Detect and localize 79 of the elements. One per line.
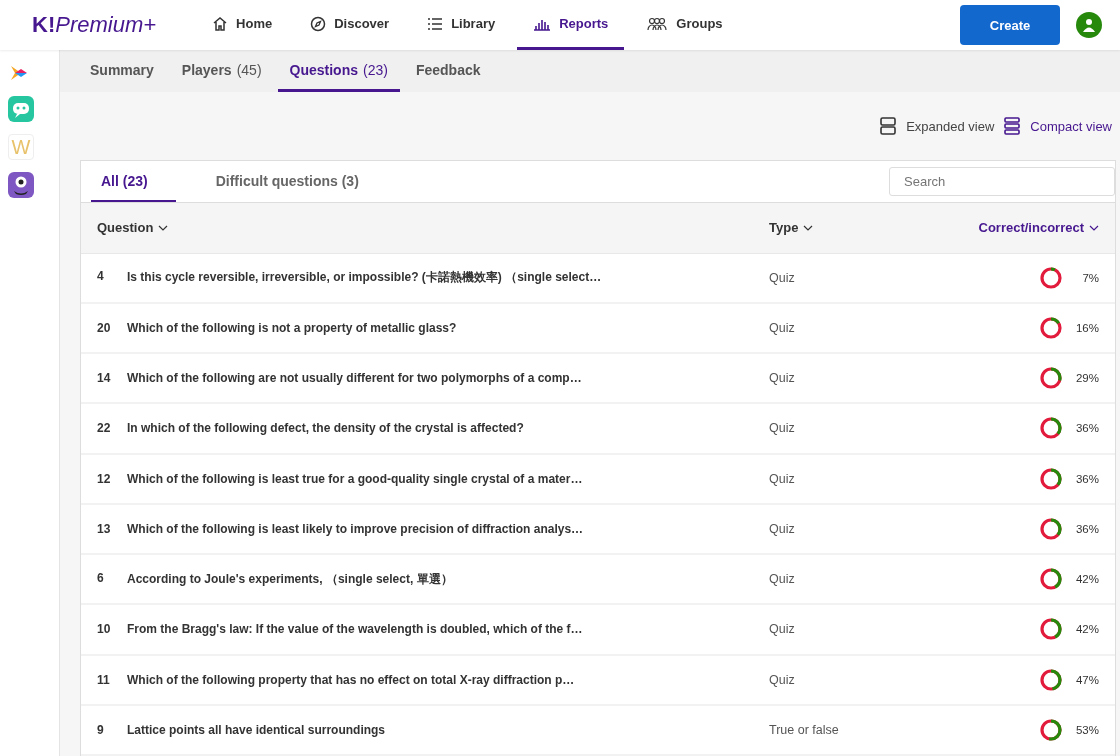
correct-percent: 36% bbox=[1074, 522, 1099, 535]
question-text[interactable]: Which of the following is least true for a good-quality single crystal of a mater… bbox=[127, 471, 583, 486]
view-toggle[interactable]: Compact view bbox=[1004, 117, 1112, 135]
correct-percent: 7% bbox=[1081, 271, 1099, 284]
correct-percent: 47% bbox=[1074, 673, 1099, 686]
correct-percent: 36% bbox=[1074, 472, 1099, 485]
question-text[interactable]: Is this cycle reversible, irreversible, or impossible? (卡諾熱機效率) （single select… bbox=[127, 269, 602, 287]
question-type: Quiz bbox=[769, 471, 796, 486]
question-number: 10 bbox=[97, 622, 112, 637]
question-number: 20 bbox=[97, 320, 112, 335]
question-text[interactable]: Lattice points all have identical surroundings bbox=[127, 722, 386, 737]
nav-link[interactable]: Groups bbox=[630, 0, 739, 50]
question-number: 13 bbox=[97, 521, 112, 536]
column-header[interactable]: Type bbox=[769, 220, 949, 236]
report-tab[interactable]: Questions (23) bbox=[277, 50, 400, 92]
question-type: Quiz bbox=[769, 371, 796, 386]
correct-percent: 42% bbox=[1074, 623, 1099, 636]
create-button[interactable]: Create bbox=[960, 5, 1060, 45]
question-type: Quiz bbox=[769, 572, 796, 587]
report-tab[interactable]: Summary bbox=[78, 50, 166, 92]
compass-icon bbox=[310, 15, 327, 32]
logo-text[interactable]: Premium+ bbox=[55, 12, 157, 38]
question-number: 14 bbox=[97, 371, 112, 386]
people-icon bbox=[646, 16, 669, 31]
question-number: 12 bbox=[97, 471, 112, 486]
score-ring bbox=[1039, 617, 1063, 642]
question-number: 6 bbox=[97, 570, 105, 587]
view-toggle[interactable]: Expanded view bbox=[880, 117, 995, 135]
score-ring bbox=[1039, 717, 1063, 742]
question-type: Quiz bbox=[769, 270, 796, 285]
compact-view-icon bbox=[1004, 117, 1021, 135]
nav-link[interactable]: Discover bbox=[294, 0, 406, 50]
question-number: 11 bbox=[97, 672, 111, 687]
logo-mark[interactable]: K! bbox=[32, 12, 56, 38]
question-type: Quiz bbox=[769, 622, 796, 637]
correct-percent: 29% bbox=[1074, 372, 1099, 385]
question-text[interactable]: From the Bragg's law: If the value of the wavelength is doubled, which of the f… bbox=[127, 622, 583, 637]
avatar-icon[interactable] bbox=[1076, 12, 1102, 38]
search-field[interactable]: Search bbox=[889, 167, 1115, 197]
score-ring bbox=[1039, 315, 1063, 340]
home-icon bbox=[212, 15, 229, 32]
nav-link[interactable]: Home bbox=[196, 0, 289, 50]
list-icon bbox=[427, 15, 444, 32]
correct-percent: 36% bbox=[1074, 422, 1099, 435]
score-ring bbox=[1039, 366, 1063, 391]
score-ring bbox=[1039, 416, 1063, 441]
question-text[interactable]: In which of the following defect, the density of the crystal is affected? bbox=[127, 421, 524, 436]
question-type: Quiz bbox=[769, 320, 796, 335]
score-ring bbox=[1039, 667, 1063, 692]
question-text[interactable]: Which of the following are not usually different for two polymorphs of a comp… bbox=[127, 371, 582, 386]
nav-link[interactable]: Library bbox=[411, 0, 512, 50]
question-text[interactable]: According to Joule's experiments, （single select, 單選） bbox=[127, 570, 453, 588]
report-tab[interactable]: Feedback bbox=[403, 50, 493, 92]
question-type: Quiz bbox=[769, 672, 796, 687]
question-type: True or false bbox=[769, 722, 840, 737]
correct-percent: 53% bbox=[1074, 723, 1099, 736]
filter-tab[interactable]: Difficult questions (3) bbox=[205, 161, 387, 203]
chevron-down-icon bbox=[803, 224, 814, 231]
question-type: Quiz bbox=[769, 421, 796, 436]
report-tab[interactable]: Players (45) bbox=[169, 50, 274, 92]
monster-app-icon[interactable] bbox=[8, 172, 34, 198]
chevron-down-icon bbox=[158, 224, 169, 231]
column-header[interactable]: Question bbox=[97, 220, 769, 236]
question-text[interactable]: Which of the following is least likely to improve precision of diffraction analys… bbox=[127, 521, 584, 536]
question-text[interactable]: Which of the following is not a property of metallic glass? bbox=[127, 320, 457, 335]
column-header[interactable]: Correct/incorrect bbox=[949, 220, 1099, 236]
correct-percent: 16% bbox=[1074, 321, 1099, 334]
score-ring bbox=[1039, 466, 1063, 491]
question-number: 9 bbox=[97, 722, 105, 737]
correct-percent: 42% bbox=[1074, 573, 1099, 586]
score-ring bbox=[1039, 265, 1063, 290]
question-number: 4 bbox=[97, 269, 105, 286]
chevron-down-icon bbox=[1089, 224, 1099, 231]
score-ring bbox=[1039, 516, 1063, 541]
question-type: Quiz bbox=[769, 521, 796, 536]
expanded-view-icon bbox=[880, 117, 897, 135]
question-text[interactable]: Which of the following property that has no effect on total X-ray diffraction p… bbox=[127, 672, 575, 687]
question-number: 22 bbox=[97, 421, 112, 436]
score-ring bbox=[1039, 567, 1063, 592]
